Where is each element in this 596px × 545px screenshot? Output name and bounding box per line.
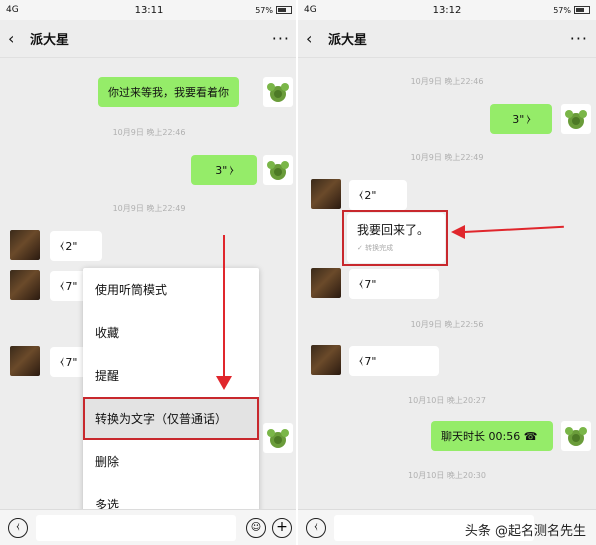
- call-duration-text: 聊天时长 00:56: [441, 430, 521, 443]
- voice-duration: 7": [65, 279, 78, 293]
- voice-duration: 7": [364, 354, 377, 368]
- my-avatar[interactable]: [263, 77, 293, 107]
- chat-title: 派大星: [30, 33, 70, 48]
- left-chat-screen: 4G 13:11 57% ‹ 派大星 ··· 你过来等我，我要看着你 10月9日…: [0, 0, 298, 545]
- voice-wave-icon[interactable]: ⧼: [8, 518, 28, 538]
- received-voice-message[interactable]: ⧼ 7": [349, 346, 439, 376]
- message-context-menu: 使用听筒模式 收藏 提醒 转换为文字（仅普通话） 删除 多选: [83, 268, 259, 524]
- contact-avatar[interactable]: [311, 268, 341, 298]
- received-voice-message[interactable]: ⧼ 7": [349, 269, 439, 299]
- emoji-icon[interactable]: ☺: [246, 518, 266, 538]
- turtle-avatar-icon: [267, 161, 289, 180]
- my-avatar[interactable]: [263, 423, 293, 453]
- timestamp: 10月9日 晚上22:46: [112, 128, 186, 137]
- voice-duration: 7": [65, 355, 78, 369]
- menu-item-delete[interactable]: 删除: [83, 440, 259, 483]
- timestamp: 10月10日 晚上20:27: [408, 396, 486, 405]
- voice-duration: 2": [364, 188, 377, 202]
- call-record-message[interactable]: 聊天时长 00:56 ☎: [431, 421, 553, 451]
- voice-duration: 3": [215, 163, 228, 177]
- timestamp: 10月9日 晚上22:49: [112, 204, 186, 213]
- my-avatar[interactable]: [561, 104, 591, 134]
- received-voice-message[interactable]: ⧼ 2": [50, 231, 102, 261]
- plus-circle-icon[interactable]: +: [272, 518, 292, 538]
- timestamp: 10月10日 晚上20:30: [408, 471, 486, 480]
- battery-percent: 57%: [553, 5, 571, 15]
- status-time: 13:11: [134, 4, 164, 16]
- turtle-avatar-icon: [267, 83, 289, 102]
- voice-duration: 2": [65, 239, 78, 253]
- my-avatar[interactable]: [561, 421, 591, 451]
- contact-avatar[interactable]: [311, 345, 341, 375]
- voice-duration: 3": [512, 112, 525, 126]
- message-text: 你过来等我，我要看着你: [108, 86, 229, 99]
- watermark: 头条 @起名测名先生: [464, 524, 586, 539]
- contact-avatar[interactable]: [10, 346, 40, 376]
- battery-icon: [276, 6, 292, 14]
- highlight-box: [342, 210, 448, 266]
- network-indicator: 4G: [6, 5, 19, 15]
- status-icons: 57%: [255, 6, 292, 15]
- voice-duration: 7": [364, 277, 377, 291]
- message-input[interactable]: [36, 515, 236, 541]
- status-bar: 4G 13:11 57%: [0, 0, 298, 20]
- chevron-left-icon[interactable]: ‹: [8, 29, 28, 48]
- annotation-arrow-head: [216, 376, 232, 390]
- chat-header: ‹ 派大星 ···: [298, 20, 596, 58]
- sent-voice-message[interactable]: 3" ⧽: [191, 155, 257, 185]
- timestamp: 10月9日 晚上22:49: [410, 153, 484, 162]
- timestamp: 10月9日 晚上22:56: [410, 320, 484, 329]
- contact-avatar[interactable]: [10, 270, 40, 300]
- voice-wave-icon: ⧽: [524, 112, 531, 125]
- contact-avatar[interactable]: [10, 230, 40, 260]
- phone-hangup-icon: ☎: [520, 429, 538, 443]
- chevron-left-icon[interactable]: ‹: [306, 29, 326, 48]
- timestamp: 10月9日 晚上22:46: [410, 77, 484, 86]
- status-icons: 57%: [553, 6, 590, 15]
- battery-icon: [574, 6, 590, 14]
- input-bar: ⧼ ☺ +: [0, 509, 298, 545]
- annotation-arrow: [463, 225, 564, 233]
- status-time: 13:12: [432, 4, 462, 16]
- status-bar: 4G 13:12 57%: [298, 0, 596, 20]
- more-dots-icon[interactable]: ···: [272, 29, 290, 48]
- turtle-avatar-icon: [565, 110, 587, 129]
- battery-percent: 57%: [255, 5, 273, 15]
- chat-title: 派大星: [328, 33, 368, 48]
- voice-wave-icon: ⧽: [227, 163, 234, 176]
- menu-item-favorite[interactable]: 收藏: [83, 311, 259, 354]
- sent-voice-message[interactable]: 3" ⧽: [490, 104, 552, 134]
- contact-avatar[interactable]: [311, 179, 341, 209]
- menu-item-earpiece-mode[interactable]: 使用听筒模式: [83, 268, 259, 311]
- more-dots-icon[interactable]: ···: [570, 29, 588, 48]
- turtle-avatar-icon: [565, 427, 587, 446]
- network-indicator: 4G: [304, 5, 317, 15]
- turtle-avatar-icon: [267, 429, 289, 448]
- received-voice-message[interactable]: ⧼ 2": [349, 180, 407, 210]
- right-chat-screen: 4G 13:12 57% ‹ 派大星 ··· 10月9日 晚上22:46 3" …: [298, 0, 596, 545]
- my-avatar[interactable]: [263, 155, 293, 185]
- annotation-arrow-head: [451, 225, 465, 239]
- menu-item-remind[interactable]: 提醒: [83, 354, 259, 397]
- chat-header: ‹ 派大星 ···: [0, 20, 298, 58]
- annotation-arrow: [223, 235, 225, 380]
- voice-wave-icon[interactable]: ⧼: [306, 518, 326, 538]
- sent-text-message[interactable]: 你过来等我，我要看着你: [98, 77, 239, 107]
- menu-item-convert-to-text[interactable]: 转换为文字（仅普通话）: [83, 397, 259, 440]
